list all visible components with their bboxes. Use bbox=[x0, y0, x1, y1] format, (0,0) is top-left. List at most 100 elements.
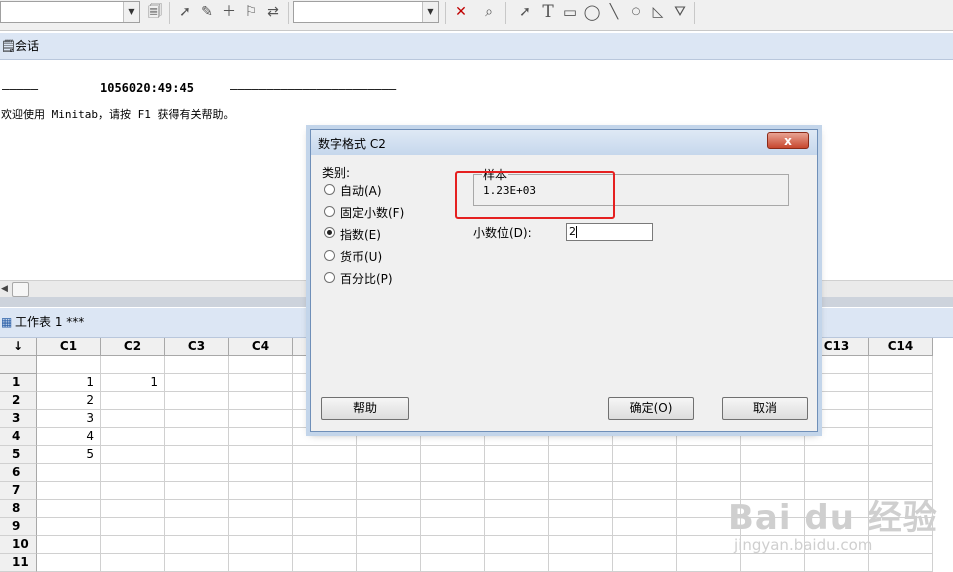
table-cell[interactable] bbox=[805, 446, 869, 464]
table-cell[interactable] bbox=[421, 464, 485, 482]
ellipse-icon[interactable]: ◯ bbox=[583, 3, 601, 21]
table-cell[interactable] bbox=[869, 446, 933, 464]
row-header[interactable]: 2 bbox=[0, 392, 37, 410]
table-cell[interactable] bbox=[101, 428, 165, 446]
table-cell[interactable] bbox=[37, 536, 101, 554]
table-cell[interactable] bbox=[549, 482, 613, 500]
column-header[interactable]: C14 bbox=[869, 338, 933, 356]
table-cell[interactable]: 1 bbox=[101, 374, 165, 392]
table-cell[interactable] bbox=[229, 482, 293, 500]
table-cell[interactable] bbox=[549, 500, 613, 518]
table-cell[interactable] bbox=[101, 518, 165, 536]
table-cell[interactable] bbox=[37, 464, 101, 482]
row-header[interactable]: 4 bbox=[0, 428, 37, 446]
radio-percent-label[interactable]: 百分比(P) bbox=[340, 270, 393, 287]
table-cell[interactable] bbox=[165, 500, 229, 518]
table-cell[interactable] bbox=[613, 518, 677, 536]
table-cell[interactable] bbox=[613, 482, 677, 500]
text-tool-icon[interactable]: T bbox=[539, 3, 557, 21]
table-cell[interactable] bbox=[229, 392, 293, 410]
table-cell[interactable]: 3 bbox=[37, 410, 101, 428]
table-cell[interactable] bbox=[229, 464, 293, 482]
table-cell[interactable]: 5 bbox=[37, 446, 101, 464]
table-cell[interactable] bbox=[421, 518, 485, 536]
table-cell[interactable] bbox=[165, 482, 229, 500]
table-cell[interactable] bbox=[101, 554, 165, 572]
table-cell[interactable] bbox=[357, 554, 421, 572]
brush-icon[interactable]: ✎ bbox=[198, 3, 216, 21]
table-cell[interactable] bbox=[485, 536, 549, 554]
row-header[interactable]: 1 bbox=[0, 374, 37, 392]
table-cell[interactable] bbox=[485, 464, 549, 482]
help-button[interactable]: 帮助 bbox=[321, 397, 409, 420]
table-cell[interactable] bbox=[229, 428, 293, 446]
column-header[interactable]: C4 bbox=[229, 338, 293, 356]
table-cell[interactable] bbox=[485, 554, 549, 572]
column-name-cell[interactable] bbox=[229, 356, 293, 374]
ok-button[interactable]: 确定(O) bbox=[608, 397, 694, 420]
chevron-down-icon[interactable]: ▼ bbox=[422, 2, 438, 22]
table-cell[interactable] bbox=[165, 518, 229, 536]
rectangle-icon[interactable]: ▭ bbox=[561, 3, 579, 21]
polygon-icon[interactable]: ◺ bbox=[649, 3, 667, 21]
table-cell[interactable] bbox=[293, 446, 357, 464]
point-icon[interactable]: ○ bbox=[627, 3, 645, 21]
table-cell[interactable] bbox=[229, 500, 293, 518]
delete-x-icon[interactable]: ✕ bbox=[452, 3, 470, 21]
table-cell[interactable] bbox=[677, 464, 741, 482]
table-cell[interactable] bbox=[869, 464, 933, 482]
column-header[interactable]: C1 bbox=[37, 338, 101, 356]
table-cell[interactable] bbox=[613, 464, 677, 482]
table-cell[interactable] bbox=[101, 536, 165, 554]
close-button[interactable]: x bbox=[767, 132, 809, 149]
table-cell[interactable] bbox=[613, 500, 677, 518]
table-cell[interactable] bbox=[165, 464, 229, 482]
table-cell[interactable] bbox=[549, 518, 613, 536]
radio-auto[interactable] bbox=[324, 184, 335, 195]
table-cell[interactable] bbox=[229, 410, 293, 428]
grid-corner[interactable]: ↓ bbox=[0, 338, 37, 356]
scroll-left-icon[interactable]: ◀ bbox=[1, 281, 8, 297]
radio-percent[interactable] bbox=[324, 272, 335, 283]
pointer-icon[interactable]: ➚ bbox=[516, 3, 534, 21]
table-cell[interactable] bbox=[549, 464, 613, 482]
column-name-cell[interactable] bbox=[165, 356, 229, 374]
table-cell[interactable] bbox=[485, 518, 549, 536]
table-cell[interactable] bbox=[741, 446, 805, 464]
row-header[interactable]: 7 bbox=[0, 482, 37, 500]
table-cell[interactable] bbox=[101, 482, 165, 500]
table-cell[interactable] bbox=[549, 446, 613, 464]
decimals-input[interactable]: 2 bbox=[566, 223, 653, 241]
table-cell[interactable] bbox=[37, 482, 101, 500]
row-header[interactable]: 8 bbox=[0, 500, 37, 518]
table-cell[interactable] bbox=[421, 482, 485, 500]
table-cell[interactable] bbox=[421, 554, 485, 572]
cancel-button[interactable]: 取消 bbox=[722, 397, 808, 420]
radio-currency-label[interactable]: 货币(U) bbox=[340, 248, 382, 265]
session-titlebar[interactable]: 🗒 会话 bbox=[0, 33, 953, 60]
table-cell[interactable] bbox=[229, 446, 293, 464]
table-cell[interactable] bbox=[165, 392, 229, 410]
table-cell[interactable] bbox=[165, 536, 229, 554]
flag-icon[interactable]: ⚐ bbox=[242, 3, 260, 21]
column-header[interactable]: C3 bbox=[165, 338, 229, 356]
crosshair-icon[interactable]: ＋ bbox=[220, 3, 238, 21]
dialog-titlebar[interactable]: 数字格式 C2 x bbox=[311, 130, 817, 155]
table-cell[interactable] bbox=[357, 536, 421, 554]
table-cell[interactable] bbox=[293, 554, 357, 572]
table-cell[interactable] bbox=[37, 554, 101, 572]
table-cell[interactable] bbox=[357, 464, 421, 482]
row-header[interactable]: 11 bbox=[0, 554, 37, 572]
radio-auto-label[interactable]: 自动(A) bbox=[340, 182, 382, 199]
row-header[interactable]: 5 bbox=[0, 446, 37, 464]
table-cell[interactable] bbox=[421, 536, 485, 554]
table-cell[interactable] bbox=[357, 518, 421, 536]
table-cell[interactable]: 1 bbox=[37, 374, 101, 392]
table-cell[interactable] bbox=[293, 464, 357, 482]
table-cell[interactable] bbox=[421, 446, 485, 464]
row-header[interactable]: 9 bbox=[0, 518, 37, 536]
table-cell[interactable] bbox=[293, 482, 357, 500]
table-cell[interactable] bbox=[805, 464, 869, 482]
table-cell[interactable] bbox=[165, 554, 229, 572]
radio-fixed-decimal-label[interactable]: 固定小数(F) bbox=[340, 204, 404, 221]
